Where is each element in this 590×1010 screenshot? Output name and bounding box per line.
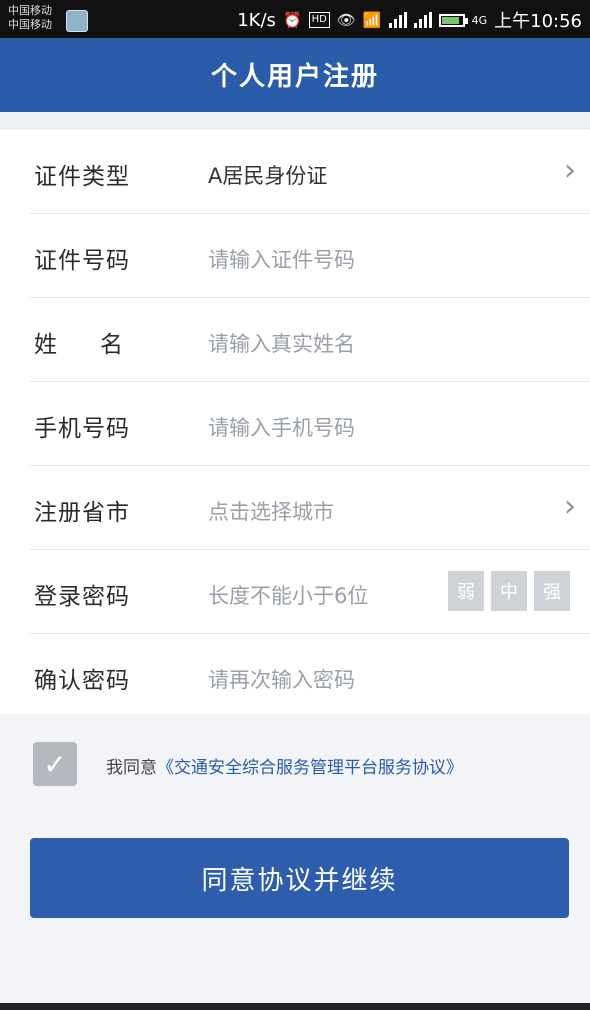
agree-continue-button[interactable]: 同意协议并继续 <box>30 838 569 918</box>
id-type-label: 证件类型 <box>34 164 130 190</box>
status-right: 1K/s ⏰ HD 👁 📶 4G 上午10:56 <box>237 7 582 33</box>
confirm-password-label: 确认密码 <box>34 668 130 694</box>
phone-row[interactable]: 手机号码 请输入手机号码 <box>30 382 590 466</box>
id-number-row[interactable]: 证件号码 请输入证件号码 <box>30 214 590 298</box>
top-spacer <box>0 112 590 130</box>
name-row[interactable]: 姓名 请输入真实姓名 <box>30 298 590 382</box>
agreement-text: 我同意《交通安全综合服务管理平台服务协议》 <box>106 753 463 778</box>
carrier-2: 中国移动 <box>8 18 52 31</box>
alarm-icon: ⏰ <box>282 11 302 29</box>
id-number-label: 证件号码 <box>34 248 130 274</box>
region-label: 注册省市 <box>34 500 130 526</box>
strength-strong: 强 <box>534 571 570 611</box>
confirm-password-input[interactable]: 请再次输入密码 <box>208 664 355 694</box>
agreement-prefix: 我同意 <box>106 758 157 778</box>
phone-label: 手机号码 <box>34 416 130 442</box>
strength-medium: 中 <box>491 571 527 611</box>
id-type-row[interactable]: 证件类型 A居民身份证 › <box>30 130 590 214</box>
chevron-right-icon: › <box>564 489 576 524</box>
agreement-link[interactable]: 《交通安全综合服务管理平台服务协议》 <box>157 758 463 778</box>
phone-input[interactable]: 请输入手机号码 <box>208 412 355 442</box>
password-strength-meter: 弱 中 强 <box>448 571 570 611</box>
eye-icon: 👁 <box>336 11 356 29</box>
signal-2-icon <box>413 12 432 28</box>
network-type: 4G <box>471 13 488 27</box>
id-number-input[interactable]: 请输入证件号码 <box>208 244 355 274</box>
hd-icon: HD <box>308 12 330 28</box>
password-input[interactable]: 长度不能小于6位 <box>208 580 368 610</box>
agreement-checkbox[interactable]: ✓ <box>33 742 77 786</box>
id-type-value: A居民身份证 <box>208 164 328 188</box>
confirm-password-row[interactable]: 确认密码 请再次输入密码 <box>30 634 590 717</box>
notification-app-icon <box>66 10 88 32</box>
network-speed: 1K/s <box>237 9 276 31</box>
carrier-1: 中国移动 <box>8 4 52 17</box>
status-time: 上午10:56 <box>494 11 582 32</box>
carrier-info: 中国移动 中国移动 <box>8 4 52 32</box>
region-row[interactable]: 注册省市 点击选择城市 › <box>30 466 590 550</box>
signal-icon <box>388 12 407 28</box>
check-icon: ✓ <box>43 747 67 781</box>
bottom-edge <box>0 1003 590 1010</box>
registration-form: 证件类型 A居民身份证 › 证件号码 请输入证件号码 姓名 请输入真实姓名 手机… <box>0 130 590 717</box>
strength-weak: 弱 <box>448 571 484 611</box>
wifi-icon: 📶 <box>362 11 382 29</box>
region-select[interactable]: 点击选择城市 <box>208 496 334 526</box>
battery-icon <box>438 13 468 27</box>
name-input[interactable]: 请输入真实姓名 <box>208 328 355 358</box>
agreement-section: ✓ 我同意《交通安全综合服务管理平台服务协议》 <box>0 714 590 824</box>
chevron-right-icon: › <box>564 153 576 188</box>
password-label: 登录密码 <box>34 584 130 610</box>
password-row[interactable]: 登录密码 长度不能小于6位 弱 中 强 <box>30 550 590 634</box>
page-title: 个人用户注册 <box>210 62 379 92</box>
title-bar: 个人用户注册 <box>0 38 590 112</box>
status-bar: 中国移动 中国移动 1K/s ⏰ HD 👁 📶 4G 上午10:56 <box>0 0 590 38</box>
name-label: 姓名 <box>34 332 166 358</box>
